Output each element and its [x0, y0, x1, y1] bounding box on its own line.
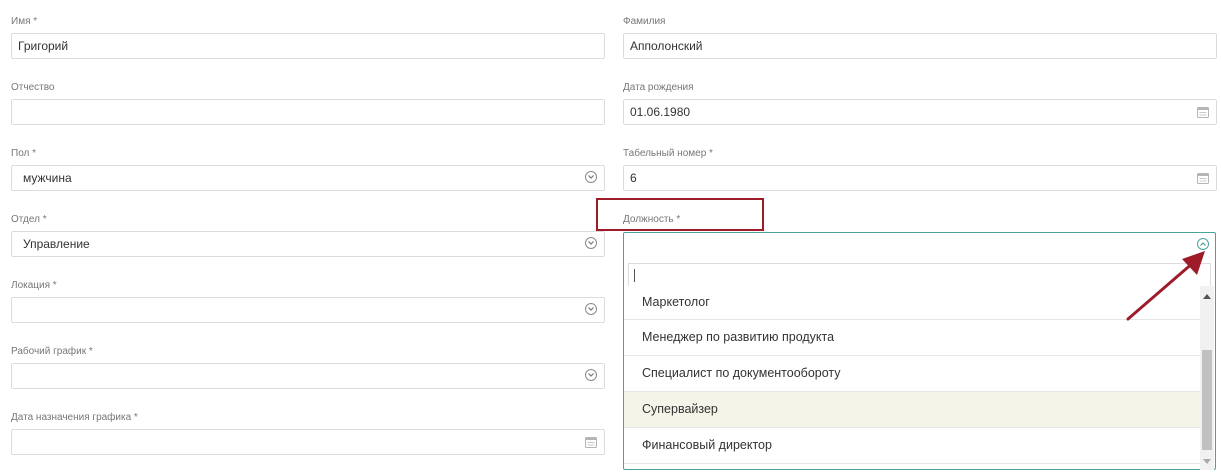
- last-name-value: Апполонский: [630, 39, 703, 53]
- chevron-down-icon[interactable]: [585, 237, 597, 249]
- option-product-manager[interactable]: Менеджер по развитию продукта: [624, 320, 1200, 356]
- calendar-icon[interactable]: [1197, 106, 1209, 118]
- department-value: Управление: [23, 237, 90, 251]
- annotation-arrow-icon: [1126, 251, 1205, 321]
- calendar-icon[interactable]: [1197, 172, 1209, 184]
- schedule-date-label: Дата назначения графика *: [11, 412, 138, 423]
- birth-date-label: Дата рождения: [623, 82, 694, 93]
- gender-label: Пол *: [11, 148, 37, 159]
- calendar-icon[interactable]: [585, 436, 597, 448]
- location-label: Локация *: [11, 280, 57, 291]
- option-document-specialist[interactable]: Специалист по документообороту: [624, 356, 1200, 392]
- first-name-value: Григорий: [18, 39, 69, 53]
- chevron-down-icon[interactable]: [585, 369, 597, 381]
- option-marketer[interactable]: Маркетолог: [624, 286, 1200, 320]
- chevron-down-icon[interactable]: [585, 303, 597, 315]
- schedule-select[interactable]: [11, 363, 605, 389]
- option-finance-director[interactable]: Финансовый директор: [624, 428, 1200, 464]
- scrollbar-thumb[interactable]: [1202, 350, 1212, 450]
- last-name-input[interactable]: Апполонский: [623, 33, 1217, 59]
- schedule-date-input[interactable]: [11, 429, 605, 455]
- middle-name-label: Отчество: [11, 82, 55, 93]
- department-label: Отдел *: [11, 214, 47, 225]
- birth-date-value: 01.06.1980: [630, 105, 691, 119]
- annotation-highlight-box: [596, 198, 764, 231]
- gender-value: мужчина: [23, 171, 72, 185]
- first-name-input[interactable]: Григорий: [11, 33, 605, 59]
- middle-name-input[interactable]: [11, 99, 605, 125]
- employee-number-input[interactable]: 6: [623, 165, 1217, 191]
- first-name-label: Имя *: [11, 16, 38, 27]
- option-supervisor[interactable]: Супервайзер: [624, 392, 1200, 428]
- employee-number-value: 6: [630, 171, 637, 185]
- last-name-label: Фамилия: [623, 16, 666, 27]
- department-select[interactable]: Управление: [11, 231, 605, 257]
- employee-number-label: Табельный номер *: [623, 148, 713, 159]
- location-select[interactable]: [11, 297, 605, 323]
- scroll-down-icon[interactable]: [1203, 459, 1211, 464]
- birth-date-input[interactable]: 01.06.1980: [623, 99, 1217, 125]
- gender-select[interactable]: мужчина: [11, 165, 605, 191]
- position-options-list: Маркетолог Менеджер по развитию продукта…: [624, 286, 1200, 470]
- chevron-down-icon[interactable]: [585, 171, 597, 183]
- text-cursor: [634, 269, 635, 282]
- schedule-label: Рабочий график *: [11, 346, 93, 357]
